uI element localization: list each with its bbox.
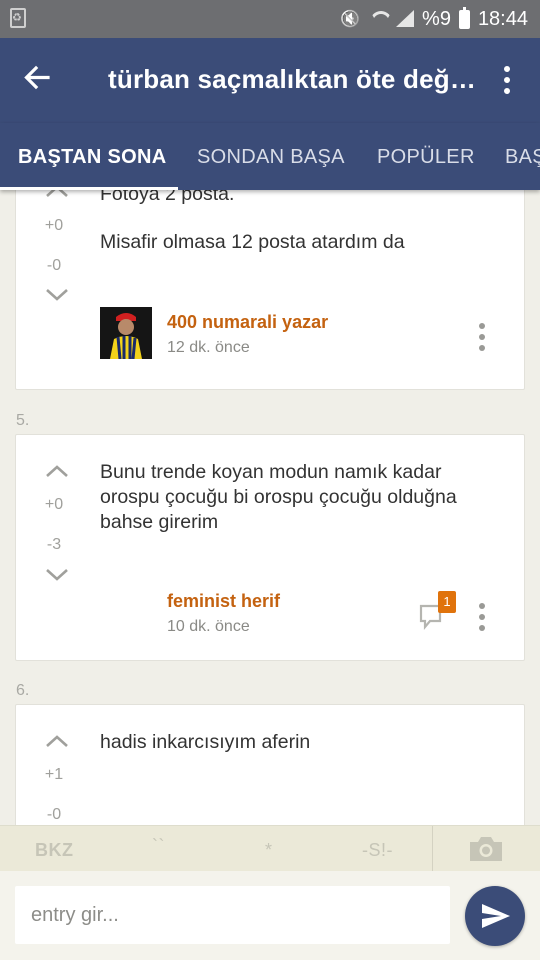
asterisk-button[interactable]: * bbox=[265, 840, 273, 861]
status-bar: %9 18:44 bbox=[0, 0, 540, 38]
upvote-button[interactable] bbox=[44, 731, 68, 751]
chevron-up-icon bbox=[46, 190, 68, 197]
back-button[interactable] bbox=[14, 56, 58, 100]
entry-list[interactable]: +0 -0 Fotoya 2 posta. Misafir olmasa 12 … bbox=[0, 190, 540, 825]
overflow-menu-button[interactable] bbox=[492, 60, 522, 100]
arrow-left-icon bbox=[24, 65, 50, 90]
upvote-count: +1 bbox=[44, 766, 64, 783]
spoiler-button[interactable]: -S!- bbox=[362, 840, 393, 861]
recycle-notification-icon bbox=[10, 8, 26, 28]
camera-button[interactable] bbox=[468, 834, 504, 864]
app-bar: türban saçmalıktan öte değil... bbox=[0, 38, 540, 123]
send-button[interactable] bbox=[465, 886, 525, 946]
entry-text-line: Fotoya 2 posta. bbox=[100, 190, 235, 205]
entry-time: 10 dk. önce bbox=[167, 618, 250, 635]
tab-sondan-basa[interactable]: SONDAN BAŞA bbox=[197, 146, 345, 169]
format-toolbar: BKZ `` * -S!- bbox=[0, 825, 540, 872]
entry-input[interactable] bbox=[15, 886, 450, 944]
status-bar-right: %9 18:44 bbox=[340, 0, 528, 38]
avatar[interactable] bbox=[100, 307, 152, 359]
more-vert-dot bbox=[479, 614, 485, 620]
entry-time: 12 dk. önce bbox=[167, 339, 250, 356]
message-button[interactable]: 1 bbox=[418, 591, 456, 631]
toolbar-divider bbox=[432, 826, 433, 872]
author-link[interactable]: 400 numarali yazar bbox=[167, 312, 328, 333]
mute-icon bbox=[340, 9, 360, 29]
author-link[interactable]: feminist herif bbox=[167, 591, 280, 612]
entry-text: hadis inkarcısıyım aferin bbox=[100, 731, 311, 753]
entry-card: +0 -0 Fotoya 2 posta. Misafir olmasa 12 … bbox=[15, 190, 525, 390]
more-vert-dot bbox=[504, 88, 510, 94]
bkz-button[interactable]: BKZ bbox=[35, 840, 74, 861]
battery-percent: %9 bbox=[422, 7, 451, 30]
camera-icon bbox=[470, 837, 502, 861]
topic-title: türban saçmalıktan öte değil... bbox=[108, 64, 478, 94]
more-vert-icon bbox=[504, 66, 510, 72]
tab-bastan-sona[interactable]: BAŞTAN SONA bbox=[18, 146, 167, 169]
more-vert-dot bbox=[479, 345, 485, 351]
more-vert-dot bbox=[479, 625, 485, 631]
entry-card: +1 -0 hadis inkarcısıyım aferin bbox=[15, 704, 525, 825]
downvote-button[interactable] bbox=[44, 285, 68, 305]
composer bbox=[0, 871, 540, 960]
upvote-count: +0 bbox=[44, 217, 64, 234]
more-vert-dot bbox=[479, 334, 485, 340]
hidden-bkz-button[interactable]: `` bbox=[152, 836, 165, 857]
chevron-up-icon bbox=[46, 735, 68, 747]
send-icon bbox=[482, 904, 510, 928]
entry-card: +0 -3 Bunu trende koyan modun namık kada… bbox=[15, 434, 525, 661]
downvote-button[interactable] bbox=[44, 565, 68, 585]
entry-more-button[interactable] bbox=[472, 603, 492, 637]
clock: 18:44 bbox=[477, 7, 528, 30]
wifi-icon bbox=[368, 9, 388, 29]
tab-bas[interactable]: BAŞ bbox=[505, 146, 540, 169]
downvote-count: -0 bbox=[46, 806, 62, 823]
tab-populer[interactable]: POPÜLER bbox=[377, 146, 475, 169]
chevron-down-icon bbox=[46, 289, 68, 301]
entry-more-button[interactable] bbox=[472, 323, 492, 357]
entry-number: 6. bbox=[16, 682, 30, 699]
downvote-count: -3 bbox=[46, 536, 62, 553]
chevron-down-icon bbox=[46, 569, 68, 581]
more-vert-dot bbox=[504, 77, 510, 83]
more-vert-icon bbox=[479, 603, 485, 609]
message-count-badge: 1 bbox=[438, 591, 456, 613]
upvote-button[interactable] bbox=[44, 190, 68, 201]
user-avatar-image bbox=[100, 307, 152, 359]
entry-text: Bunu trende koyan modun namık kadar oros… bbox=[100, 461, 457, 533]
entry-text-line: Misafir olmasa 12 posta atardım da bbox=[100, 231, 405, 253]
battery-icon bbox=[458, 6, 470, 29]
more-vert-icon bbox=[479, 323, 485, 329]
tab-indicator bbox=[0, 187, 178, 190]
upvote-button[interactable] bbox=[44, 461, 68, 481]
upvote-count: +0 bbox=[44, 496, 64, 513]
signal-icon bbox=[396, 10, 415, 28]
chevron-up-icon bbox=[46, 465, 68, 477]
downvote-count: -0 bbox=[46, 257, 62, 274]
entry-number: 5. bbox=[16, 412, 30, 429]
sort-tabs: BAŞTAN SONA SONDAN BAŞA POPÜLER BAŞ bbox=[0, 123, 540, 190]
